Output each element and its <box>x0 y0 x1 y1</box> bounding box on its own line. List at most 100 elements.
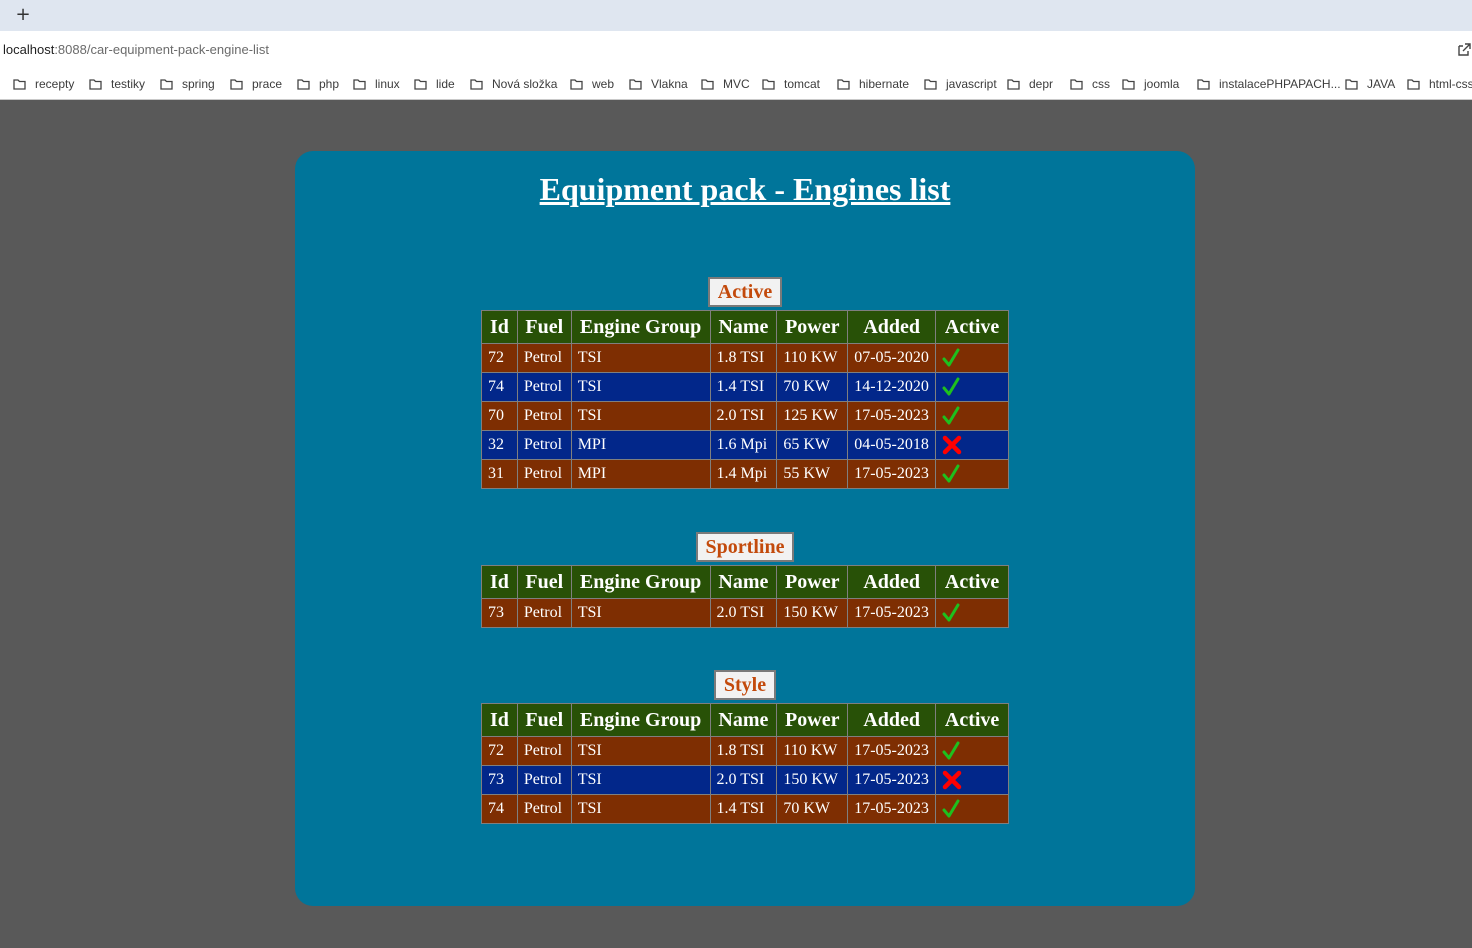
cell-group: MPI <box>570 430 711 460</box>
engines-table: Id Fuel Engine Group Name Power Added Active 73… <box>481 565 1009 628</box>
cell-name: 1.4 TSI <box>709 794 778 824</box>
bookmark-folder[interactable]: recepty <box>13 75 74 93</box>
cell-group: TSI <box>570 794 711 824</box>
table-row: 72 Petrol TSI 1.8 TSI 110 KW 07-05-2020 <box>481 343 1009 373</box>
cell-active <box>935 459 1009 489</box>
cell-name: 2.0 TSI <box>709 598 778 628</box>
cell-power: 55 KW <box>776 459 849 489</box>
url-text[interactable]: localhost:8088/car-equipment-pack-engine… <box>3 42 269 57</box>
column-header-name: Name <box>709 703 778 737</box>
bookmark-label: lide <box>436 77 455 91</box>
bookmark-label: spring <box>182 77 215 91</box>
url-path: :8088/car-equipment-pack-engine-list <box>54 42 269 57</box>
cell-name: 2.0 TSI <box>709 765 778 795</box>
cell-power: 65 KW <box>776 430 849 460</box>
new-tab-button[interactable]: + <box>12 4 34 26</box>
cell-added: 04-05-2018 <box>847 430 937 460</box>
cell-group: TSI <box>570 372 711 402</box>
cell-active <box>935 598 1009 628</box>
bookmark-folder[interactable]: depr <box>1007 75 1053 93</box>
cell-active <box>935 794 1009 824</box>
cell-group: TSI <box>570 401 711 431</box>
check-icon <box>942 406 960 425</box>
cell-added: 07-05-2020 <box>847 343 937 373</box>
bookmark-folder[interactable]: tomcat <box>762 75 820 93</box>
bookmark-folder[interactable]: Vlakna <box>629 75 688 93</box>
bookmark-folder[interactable]: hibernate <box>837 75 909 93</box>
folder-icon <box>160 79 173 90</box>
folder-icon <box>13 79 26 90</box>
bookmark-label: MVC <box>723 77 750 91</box>
cell-fuel: Petrol <box>516 736 572 766</box>
cell-id: 31 <box>481 459 518 489</box>
column-header-fuel: Fuel <box>516 310 572 344</box>
bookmark-folder[interactable]: web <box>570 75 614 93</box>
bookmark-label: Vlakna <box>651 77 688 91</box>
column-header-engine-group: Engine Group <box>570 310 711 344</box>
column-header-power: Power <box>776 565 849 599</box>
folder-icon <box>1407 79 1420 90</box>
cell-added: 14-12-2020 <box>847 372 937 402</box>
bookmark-folder[interactable]: instalacePHPAPACH... <box>1197 75 1341 93</box>
bookmark-folder[interactable]: spring <box>160 75 215 93</box>
cell-power: 110 KW <box>776 736 849 766</box>
cell-fuel: Petrol <box>516 343 572 373</box>
check-icon <box>942 377 960 396</box>
column-header-active: Active <box>935 310 1009 344</box>
section-sportline: Sportline Id Fuel Engine Group Name Power Adde… <box>295 532 1195 628</box>
address-bar[interactable]: localhost:8088/car-equipment-pack-engine… <box>0 31 1472 68</box>
cell-name: 1.8 TSI <box>709 343 778 373</box>
page-title: Equipment pack - Engines list <box>539 171 951 207</box>
cell-id: 70 <box>481 401 518 431</box>
share-icon[interactable] <box>1456 42 1472 58</box>
bookmark-folder[interactable]: lide <box>414 75 455 93</box>
cell-id: 73 <box>481 598 518 628</box>
bookmark-folder[interactable]: javascript <box>924 75 997 93</box>
bookmark-folder[interactable]: testiky <box>89 75 145 93</box>
cell-id: 72 <box>481 343 518 373</box>
cell-added: 17-05-2023 <box>847 598 937 628</box>
cell-power: 70 KW <box>776 372 849 402</box>
column-header-id: Id <box>481 565 518 599</box>
bookmark-folder[interactable]: prace <box>230 75 282 93</box>
bookmark-folder[interactable]: html-css <box>1407 75 1472 93</box>
folder-icon <box>297 79 310 90</box>
column-header-name: Name <box>709 565 778 599</box>
column-header-fuel: Fuel <box>516 703 572 737</box>
bookmark-folder[interactable]: php <box>297 75 339 93</box>
section-active: Active Id Fuel Engine Group Name Power Added Ac… <box>295 277 1195 489</box>
bookmark-folder[interactable]: MVC <box>701 75 750 93</box>
folder-icon <box>470 79 483 90</box>
column-header-active: Active <box>935 565 1009 599</box>
bookmark-folder[interactable]: joomla <box>1122 75 1179 93</box>
folder-icon <box>414 79 427 90</box>
cell-name: 1.4 Mpi <box>709 459 778 489</box>
folder-icon <box>89 79 102 90</box>
bookmark-folder[interactable]: JAVA <box>1345 75 1395 93</box>
folder-icon <box>353 79 366 90</box>
bookmark-label: html-css <box>1429 77 1472 91</box>
column-header-fuel: Fuel <box>516 565 572 599</box>
cell-power: 70 KW <box>776 794 849 824</box>
folder-icon <box>230 79 243 90</box>
table-row: 73 Petrol TSI 2.0 TSI 150 KW 17-05-2023 <box>481 765 1009 795</box>
cell-group: TSI <box>570 765 711 795</box>
bookmark-label: joomla <box>1144 77 1180 91</box>
bookmark-folder[interactable]: css <box>1070 75 1110 93</box>
cell-name: 2.0 TSI <box>709 401 778 431</box>
bookmark-label: javascript <box>946 77 997 91</box>
bookmark-label: tomcat <box>784 77 821 91</box>
cell-power: 110 KW <box>776 343 849 373</box>
column-header-power: Power <box>776 703 849 737</box>
cell-id: 74 <box>481 794 518 824</box>
column-header-added: Added <box>847 310 937 344</box>
column-header-engine-group: Engine Group <box>570 565 711 599</box>
column-header-active: Active <box>935 703 1009 737</box>
section-caption: Style <box>713 670 777 700</box>
bookmark-label: recepty <box>35 77 75 91</box>
bookmark-folder[interactable]: Nová složka <box>470 75 557 93</box>
column-header-id: Id <box>481 703 518 737</box>
cell-active <box>935 765 1009 795</box>
bookmark-folder[interactable]: linux <box>353 75 400 93</box>
table-row: 70 Petrol TSI 2.0 TSI 125 KW 17-05-2023 <box>481 401 1009 431</box>
